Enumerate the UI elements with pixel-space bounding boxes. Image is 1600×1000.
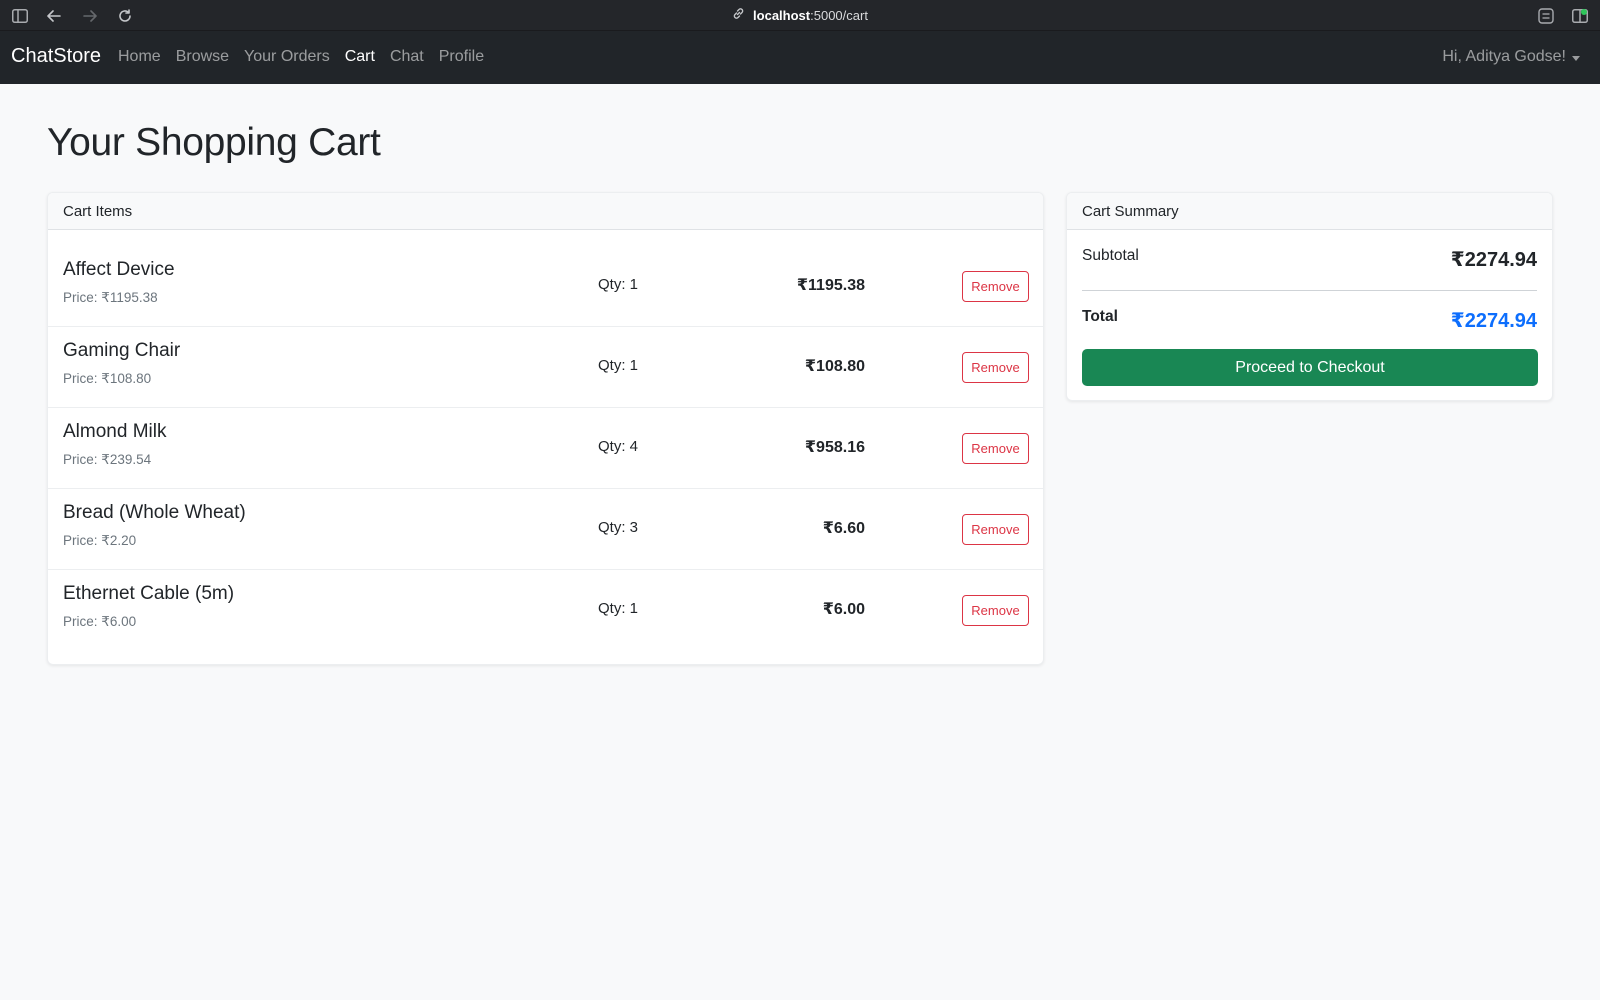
item-name: Almond Milk <box>63 421 167 442</box>
cart-item-row: Affect Device Price: ₹1195.38 Qty: 1 ₹11… <box>48 246 1043 327</box>
item-line-total: ₹1195.38 <box>796 277 865 294</box>
forward-arrow-icon[interactable] <box>80 6 100 26</box>
cart-item-row: Gaming Chair Price: ₹108.80 Qty: 1 ₹108.… <box>48 327 1043 408</box>
browser-toolbar: localhost:5000/cart <box>0 0 1600 31</box>
nav-link-your-orders[interactable]: Your Orders <box>244 48 330 66</box>
back-arrow-icon[interactable] <box>44 6 64 26</box>
nav-link-chat[interactable]: Chat <box>390 48 424 66</box>
item-line-total: ₹6.60 <box>822 520 865 537</box>
remove-button[interactable]: Remove <box>962 352 1029 383</box>
item-name: Bread (Whole Wheat) <box>63 502 246 523</box>
cart-items-card: Cart Items Affect Device Price: ₹1195.38… <box>47 192 1044 665</box>
item-unit-price: Price: ₹108.80 <box>63 371 152 386</box>
item-name: Ethernet Cable (5m) <box>63 583 235 604</box>
item-quantity: Qty: 1 <box>597 276 638 293</box>
status-dot <box>1581 9 1587 15</box>
item-unit-price: Price: ₹1195.38 <box>63 290 158 305</box>
item-quantity: Qty: 1 <box>597 357 638 374</box>
item-quantity: Qty: 3 <box>597 519 638 536</box>
item-name: Gaming Chair <box>63 340 181 361</box>
item-line-total: ₹6.00 <box>822 601 865 618</box>
total-value: ₹2274.94 <box>1450 310 1537 332</box>
cart-items-header: Cart Items <box>48 193 1043 230</box>
nav-link-profile[interactable]: Profile <box>439 48 484 66</box>
nav-link-home[interactable]: Home <box>118 48 161 66</box>
remove-button[interactable]: Remove <box>962 271 1029 302</box>
split-view-icon[interactable] <box>1570 6 1590 26</box>
reload-icon[interactable] <box>115 6 135 26</box>
subtotal-row: Subtotal ₹2274.94 <box>1067 230 1552 290</box>
cart-summary-header: Cart Summary <box>1067 193 1552 230</box>
remove-button[interactable]: Remove <box>962 433 1029 464</box>
item-unit-price: Price: ₹239.54 <box>63 452 152 467</box>
user-greeting: Hi, Aditya Godse! <box>1442 48 1566 65</box>
remove-button[interactable]: Remove <box>962 514 1029 545</box>
item-unit-price: Price: ₹6.00 <box>63 614 137 629</box>
cart-item-row: Almond Milk Price: ₹239.54 Qty: 4 ₹958.1… <box>48 408 1043 489</box>
subtotal-value: ₹2274.94 <box>1450 249 1537 271</box>
extension-icon[interactable] <box>1536 6 1556 26</box>
nav-link-browse[interactable]: Browse <box>176 48 229 66</box>
link-icon <box>732 7 745 25</box>
caret-down-icon <box>1572 55 1580 61</box>
item-quantity: Qty: 1 <box>597 600 638 617</box>
total-label: Total <box>1082 308 1118 325</box>
cart-item-row: Bread (Whole Wheat) Price: ₹2.20 Qty: 3 … <box>48 489 1043 570</box>
nav-link-cart[interactable]: Cart <box>345 48 375 66</box>
brand-logo[interactable]: ChatStore <box>11 45 101 68</box>
nav-links: Home Browse Your Orders Cart Chat Profil… <box>118 48 499 66</box>
user-menu-dropdown[interactable]: Hi, Aditya Godse! <box>1442 48 1580 66</box>
page-title: Your Shopping Cart <box>47 121 381 164</box>
item-line-total: ₹108.80 <box>804 358 865 375</box>
item-name: Affect Device <box>63 259 175 280</box>
top-navbar: ChatStore Home Browse Your Orders Cart C… <box>0 31 1600 84</box>
cart-item-row: Ethernet Cable (5m) Price: ₹6.00 Qty: 1 … <box>48 570 1043 651</box>
sidebar-toggle-icon[interactable] <box>10 6 30 26</box>
total-row: Total ₹2274.94 <box>1067 291 1552 351</box>
cart-items-list: Affect Device Price: ₹1195.38 Qty: 1 ₹11… <box>48 230 1043 651</box>
item-unit-price: Price: ₹2.20 <box>63 533 137 548</box>
item-line-total: ₹958.16 <box>804 439 865 456</box>
proceed-to-checkout-button[interactable]: Proceed to Checkout <box>1082 349 1538 386</box>
item-quantity: Qty: 4 <box>597 438 638 455</box>
cart-summary-card: Cart Summary Subtotal ₹2274.94 Total ₹22… <box>1066 192 1553 401</box>
address-bar[interactable]: localhost:5000/cart <box>753 8 868 23</box>
remove-button[interactable]: Remove <box>962 595 1029 626</box>
subtotal-label: Subtotal <box>1082 247 1139 264</box>
